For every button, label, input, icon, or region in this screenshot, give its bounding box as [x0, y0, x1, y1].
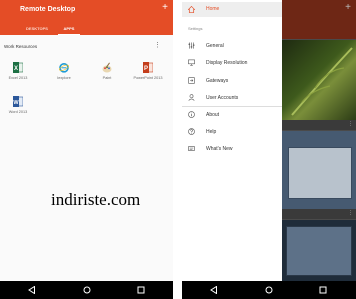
app-label: Iexplore: [57, 76, 71, 80]
screenshot: Remote Desktop + DESKTOPS APPS Work Reso…: [0, 0, 356, 299]
navigation-bar: [0, 281, 173, 299]
add-button[interactable]: +: [345, 3, 351, 13]
drawer-item-home[interactable]: Home: [182, 2, 282, 17]
app-title: Remote Desktop: [20, 6, 76, 13]
excel-icon: X: [13, 62, 23, 73]
app-label: Excel 2013: [8, 76, 28, 80]
drawer-item-label: Display Resolution: [206, 60, 248, 66]
recents-icon[interactable]: [319, 286, 327, 294]
apps-screen: Remote Desktop + DESKTOPS APPS Work Reso…: [0, 0, 173, 299]
back-icon[interactable]: [28, 286, 36, 294]
powerpoint-icon: P: [143, 62, 153, 73]
app-bar: Remote Desktop + DESKTOPS APPS: [0, 0, 173, 35]
paint-icon: [102, 62, 112, 73]
drawer-item-label: Help: [206, 129, 217, 135]
home-nav-icon[interactable]: [83, 286, 91, 294]
home-icon: [188, 6, 195, 13]
tab-apps[interactable]: APPS: [58, 22, 80, 35]
app-label: Word 2013: [8, 110, 28, 114]
whats-new-icon: [188, 146, 195, 151]
drawer-item-label: Home: [206, 6, 220, 12]
svg-text:P: P: [144, 66, 148, 72]
app-excel[interactable]: X Excel 2013: [3, 62, 33, 80]
section-menu-icon[interactable]: ⋮: [154, 41, 161, 49]
user-icon: [188, 94, 195, 101]
remote-window-preview: [288, 147, 352, 199]
info-icon: [188, 111, 195, 118]
svg-text:X: X: [14, 66, 18, 72]
more-options-icon[interactable]: ⋮: [348, 121, 353, 127]
drawer-item-label: User Accounts: [206, 95, 239, 101]
desktop-thumbnail[interactable]: [282, 131, 356, 209]
tab-desktops[interactable]: DESKTOPS: [16, 22, 58, 35]
app-word[interactable]: W Word 2013: [3, 96, 33, 114]
sliders-icon: [188, 42, 195, 49]
thumbnail-caption-bar: ⋮: [282, 209, 356, 219]
svg-text:W: W: [13, 100, 19, 106]
drawer-item-label: About: [206, 112, 220, 118]
word-icon: W: [13, 96, 23, 107]
desktop-thumbnail[interactable]: [282, 220, 356, 281]
watermark-text: indiriste.com: [51, 190, 141, 209]
app-label: PowerPoint 2013: [133, 76, 163, 80]
help-icon: [188, 128, 195, 135]
app-powerpoint[interactable]: P PowerPoint 2013: [133, 62, 163, 80]
divider: [182, 106, 282, 107]
more-options-icon[interactable]: ⋮: [348, 210, 353, 216]
settings-header: Settings: [188, 26, 203, 31]
drawer-item-label: What's New: [206, 146, 233, 152]
navigation-drawer: Home Settings General Display Resolution…: [182, 0, 282, 281]
desktop-thumbnail[interactable]: [282, 40, 356, 120]
remote-window-preview: [286, 226, 352, 276]
drawer-screen: + ⋮ ⋮ Home Settings General Display Reso…: [182, 0, 356, 299]
monitor-icon: [188, 59, 195, 66]
fern-wallpaper: [291, 47, 353, 116]
section-title: Work Resources: [4, 44, 38, 49]
app-label: Paint: [102, 76, 112, 80]
add-button[interactable]: +: [162, 3, 168, 13]
app-paint[interactable]: Paint: [92, 62, 122, 80]
tab-bar: DESKTOPS APPS: [0, 22, 173, 35]
app-iexplore[interactable]: Iexplore: [49, 62, 79, 80]
back-icon[interactable]: [210, 286, 218, 294]
thumbnail-caption-bar: ⋮: [282, 120, 356, 130]
gateway-icon: [188, 77, 195, 84]
navigation-bar: [182, 281, 356, 299]
home-nav-icon[interactable]: [265, 286, 273, 294]
drawer-item-label: General: [206, 43, 224, 49]
recents-icon[interactable]: [137, 286, 145, 294]
internet-explorer-icon: [59, 63, 69, 73]
drawer-item-label: Gateways: [206, 78, 229, 84]
